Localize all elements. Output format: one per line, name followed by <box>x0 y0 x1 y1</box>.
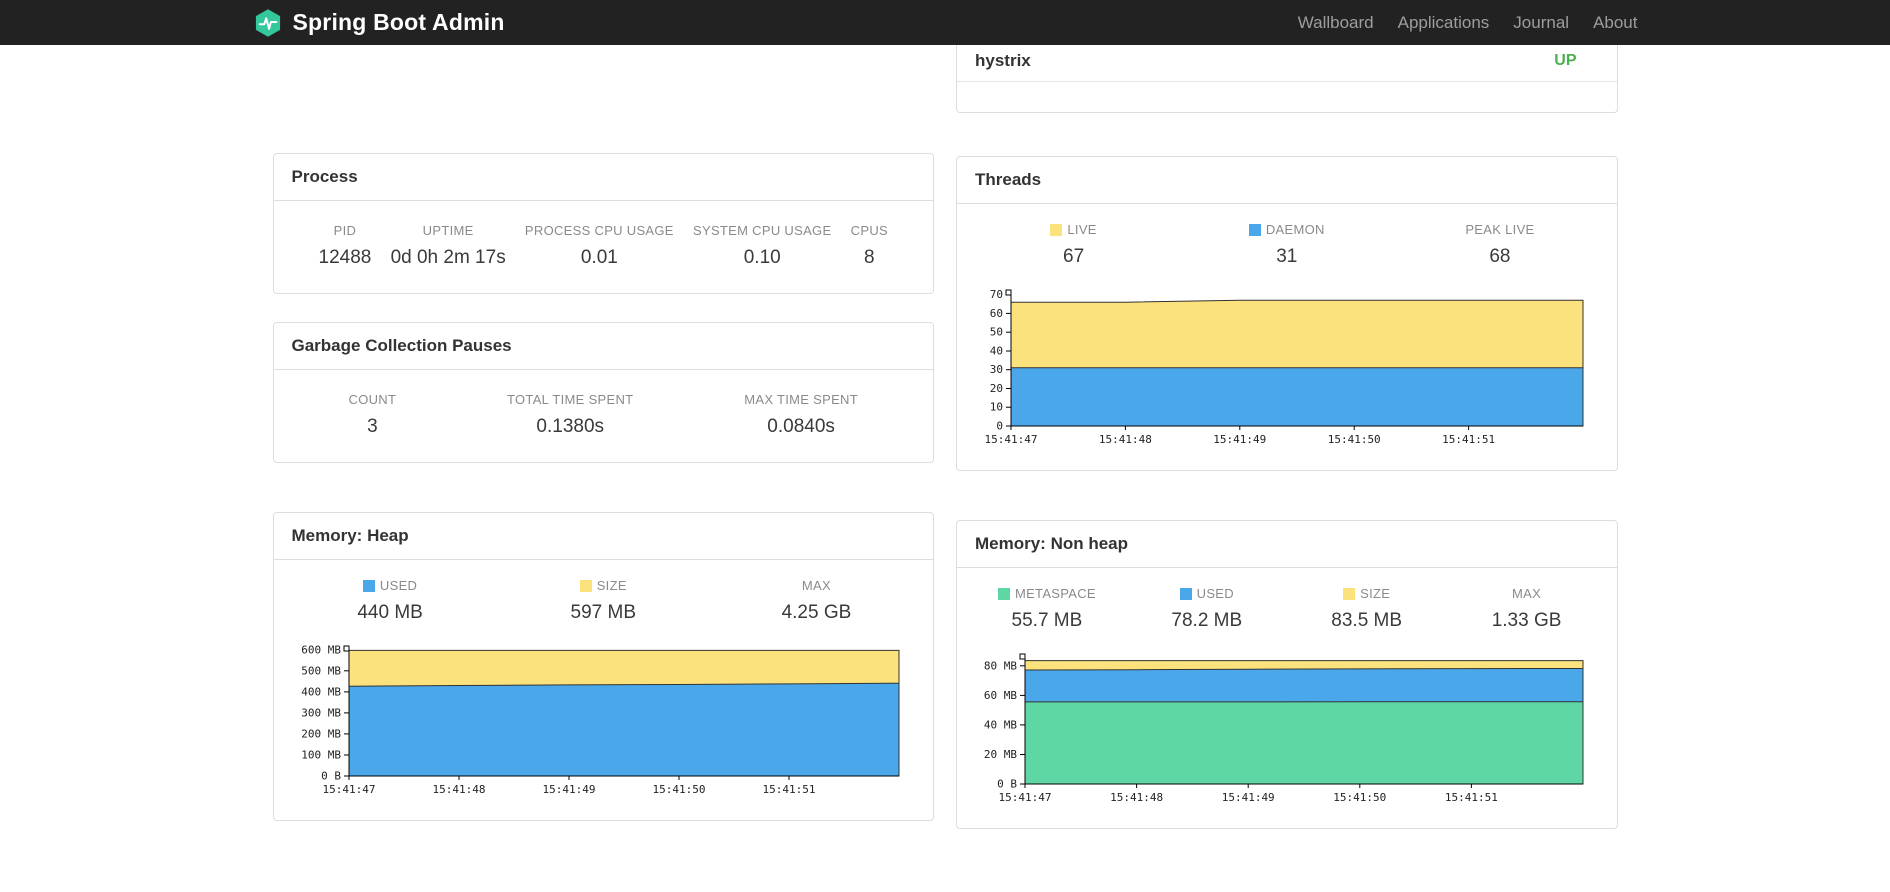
svg-text:60: 60 <box>990 307 1003 320</box>
svg-text:15:41:47: 15:41:47 <box>323 783 376 796</box>
svg-text:20 MB: 20 MB <box>984 748 1017 761</box>
nav-links: Wallboard Applications Journal About <box>1298 13 1638 33</box>
legend-peak-live: PEAK LIVE 68 <box>1465 222 1535 267</box>
process-panel-title: Process <box>291 167 358 186</box>
legend-metaspace: METASPACE 55.7 MB <box>967 586 1127 632</box>
metaspace-swatch-icon <box>997 587 1010 600</box>
health-status-panel: hystrix UP <box>956 45 1618 113</box>
svg-text:20: 20 <box>990 382 1003 395</box>
health-row-hystrix: hystrix UP <box>957 45 1617 82</box>
legend-size: SIZE 83.5 MB <box>1331 586 1403 631</box>
size-swatch-icon <box>1343 587 1356 600</box>
size-swatch-icon <box>579 579 592 592</box>
memory-nonheap-panel-header: Memory: Non heap <box>957 521 1617 568</box>
process-panel-header: Process <box>273 154 933 201</box>
stat-gc-max-time: MAX TIME SPENT 0.0840s <box>744 392 858 437</box>
svg-text:15:41:48: 15:41:48 <box>1099 433 1152 446</box>
status-badge: UP <box>1554 52 1577 69</box>
nav-item-applications[interactable]: Applications <box>1398 13 1490 33</box>
svg-text:500 MB: 500 MB <box>302 664 342 677</box>
legend-max: MAX 1.33 GB <box>1491 586 1562 631</box>
live-swatch-icon <box>1050 223 1063 236</box>
svg-text:300 MB: 300 MB <box>302 706 342 719</box>
svg-text:15:41:48: 15:41:48 <box>433 783 486 796</box>
gc-pauses-panel: Garbage Collection Pauses COUNT 3 TOTAL … <box>272 322 934 463</box>
svg-text:200 MB: 200 MB <box>302 727 342 740</box>
nav-item-wallboard[interactable]: Wallboard <box>1298 13 1374 33</box>
svg-text:30: 30 <box>990 363 1003 376</box>
stat-system-cpu-usage: SYSTEM CPU USAGE 0.10 <box>693 223 832 268</box>
legend-live: LIVE 67 <box>967 222 1180 268</box>
right-column: hystrix UP Threads LIVE 67 DAEMON 31 PEA… <box>956 45 1618 829</box>
legend-used: USED 440 MB <box>357 578 423 623</box>
svg-text:15:41:51: 15:41:51 <box>763 783 816 796</box>
main-content: Process PID 12488 UPTIME 0d 0h 2m 17s PR… <box>272 45 1618 829</box>
threads-panel-header: Threads <box>957 157 1617 204</box>
navbar: Spring Boot Admin Wallboard Applications… <box>0 0 1890 45</box>
svg-text:15:41:47: 15:41:47 <box>984 433 1037 446</box>
gc-panel-title: Garbage Collection Pauses <box>291 336 512 355</box>
gc-stats: COUNT 3 TOTAL TIME SPENT 0.1380s MAX TIM… <box>274 370 934 462</box>
threads-panel-title: Threads <box>975 170 1042 189</box>
svg-text:10: 10 <box>990 401 1003 414</box>
threads-panel: Threads LIVE 67 DAEMON 31 PEAK LIVE 68 0… <box>956 156 1618 471</box>
svg-text:50: 50 <box>990 326 1003 339</box>
memory-heap-panel: Memory: Heap USED 440 MB SIZE 597 MB MAX… <box>272 512 934 821</box>
legend-max: MAX 4.25 GB <box>781 578 852 623</box>
svg-text:600 MB: 600 MB <box>302 643 342 656</box>
svg-text:15:41:49: 15:41:49 <box>1213 433 1266 446</box>
memory-heap-legend: USED 440 MB SIZE 597 MB MAX 4.25 GB <box>284 578 924 624</box>
svg-text:15:41:50: 15:41:50 <box>1333 791 1386 804</box>
stat-cpus: CPUS 8 <box>850 223 888 268</box>
memory-heap-chart: 0 B 100 MB 200 MB 300 MB 400 MB 500 MB 600 MB 1… <box>302 643 900 796</box>
threads-legend: LIVE 67 DAEMON 31 PEAK LIVE 68 <box>967 222 1607 268</box>
svg-text:40 MB: 40 MB <box>984 718 1017 731</box>
nav-item-journal[interactable]: Journal <box>1513 13 1569 33</box>
svg-text:70: 70 <box>990 288 1003 301</box>
svg-text:15:41:50: 15:41:50 <box>653 783 706 796</box>
svg-text:40: 40 <box>990 345 1003 358</box>
svg-text:15:41:51: 15:41:51 <box>1442 433 1495 446</box>
process-stats: PID 12488 UPTIME 0d 0h 2m 17s PROCESS CP… <box>274 201 934 293</box>
memory-nonheap-chart: 0 B 20 MB 40 MB 60 MB 80 MB 15:41:47 15:41:48 1… <box>984 653 1584 804</box>
svg-text:400 MB: 400 MB <box>302 685 342 698</box>
memory-heap-panel-header: Memory: Heap <box>273 513 933 560</box>
svg-text:15:41:49: 15:41:49 <box>1221 791 1274 804</box>
svg-text:0 B: 0 B <box>997 778 1017 791</box>
stat-gc-count: COUNT 3 <box>348 392 397 437</box>
stat-gc-total-time: TOTAL TIME SPENT 0.1380s <box>507 392 634 437</box>
memory-nonheap-legend: METASPACE 55.7 MB USED 78.2 MB SIZE 83.5… <box>967 586 1607 632</box>
brand-title: Spring Boot Admin <box>292 9 505 35</box>
memory-nonheap-panel-title: Memory: Non heap <box>975 534 1129 553</box>
legend-size: SIZE 597 MB <box>570 578 636 623</box>
svg-text:0: 0 <box>996 420 1003 433</box>
memory-heap-panel-title: Memory: Heap <box>291 526 409 545</box>
svg-text:100 MB: 100 MB <box>302 749 342 762</box>
used-swatch-icon <box>1179 587 1192 600</box>
process-panel: Process PID 12488 UPTIME 0d 0h 2m 17s PR… <box>272 153 934 294</box>
used-swatch-icon <box>362 579 375 592</box>
spring-boot-admin-logo-icon <box>253 8 283 38</box>
stat-process-cpu-usage: PROCESS CPU USAGE 0.01 <box>524 223 674 268</box>
nav-item-about[interactable]: About <box>1593 13 1637 33</box>
svg-text:15:41:51: 15:41:51 <box>1445 791 1498 804</box>
svg-text:15:41:47: 15:41:47 <box>998 791 1051 804</box>
stat-pid: PID 12488 <box>318 223 372 268</box>
svg-text:60 MB: 60 MB <box>984 689 1017 702</box>
threads-chart: 0 10 20 30 40 50 60 70 15:41:47 15:41:48 15:41:49 1… <box>984 288 1584 446</box>
svg-text:15:41:50: 15:41:50 <box>1327 433 1380 446</box>
svg-text:0 B: 0 B <box>321 770 341 783</box>
legend-used: USED 78.2 MB <box>1171 586 1243 631</box>
legend-daemon: DAEMON 31 <box>1180 222 1393 268</box>
svg-text:15:41:49: 15:41:49 <box>543 783 596 796</box>
health-service-name: hystrix <box>975 51 1031 70</box>
svg-text:80 MB: 80 MB <box>984 659 1017 672</box>
left-column: Process PID 12488 UPTIME 0d 0h 2m 17s PR… <box>272 45 934 821</box>
stat-uptime: UPTIME 0d 0h 2m 17s <box>390 223 506 268</box>
svg-text:15:41:48: 15:41:48 <box>1110 791 1163 804</box>
memory-nonheap-panel: Memory: Non heap METASPACE 55.7 MB USED … <box>956 520 1618 829</box>
brand-link[interactable]: Spring Boot Admin <box>253 8 505 38</box>
daemon-swatch-icon <box>1248 223 1261 236</box>
gc-panel-header: Garbage Collection Pauses <box>273 323 933 370</box>
